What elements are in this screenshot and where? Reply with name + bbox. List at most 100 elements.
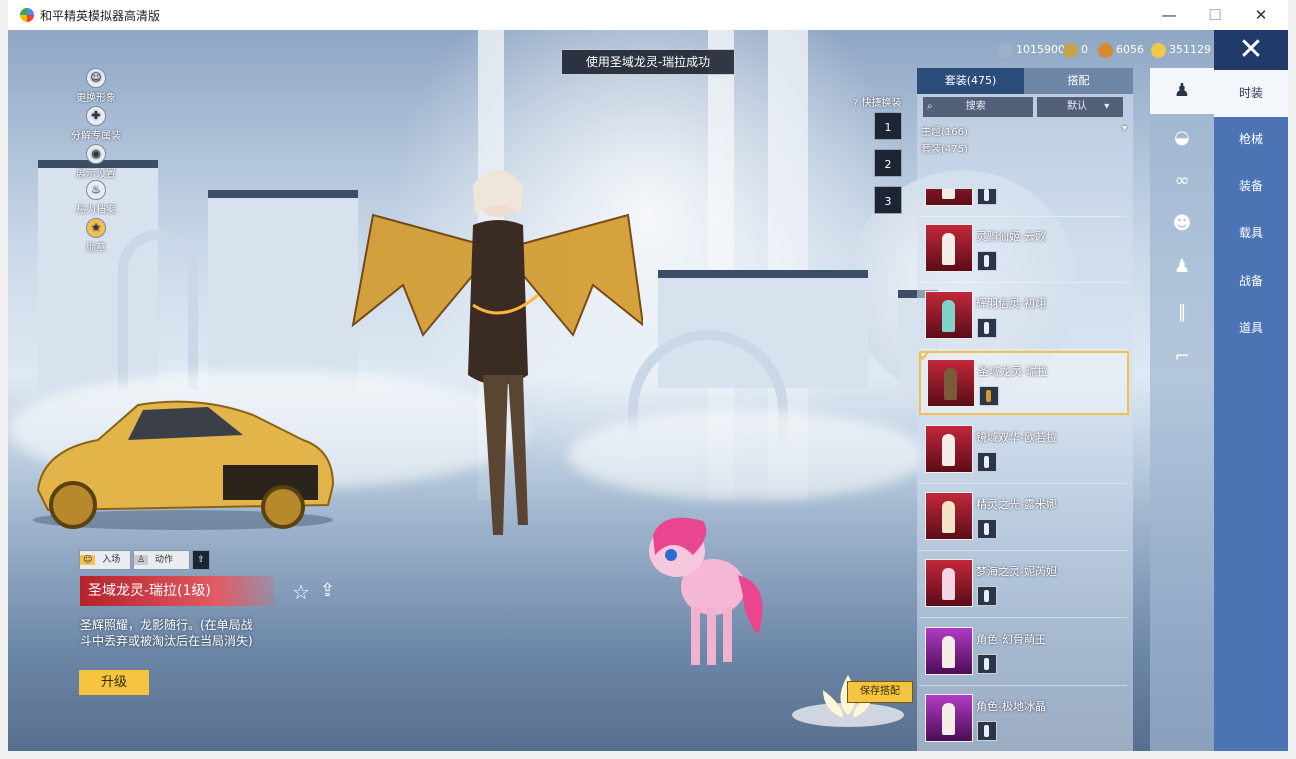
sort-select[interactable]: 默认 ▾ bbox=[1037, 97, 1123, 117]
outfit-thumbnail bbox=[925, 694, 973, 742]
bp-coin-icon bbox=[1063, 42, 1078, 58]
entry-label: 入场 bbox=[102, 555, 121, 565]
quick-swap-label[interactable]: ? 快捷换装 bbox=[853, 94, 902, 109]
outfit-name: 圣域龙灵-瑞拉 bbox=[978, 365, 1048, 378]
heat-archive-button[interactable]: ♨ 热力档案 bbox=[56, 180, 136, 216]
decompose-button[interactable]: ✚ 分解专属装 bbox=[56, 106, 136, 142]
currency-bp: 0 bbox=[1063, 41, 1088, 59]
mini-avatar-icon bbox=[979, 386, 999, 406]
outfit-figure bbox=[942, 189, 955, 199]
share-icon[interactable]: ⇪ bbox=[320, 580, 335, 601]
outfit-row[interactable] bbox=[919, 189, 1127, 217]
avatar-icon: ☺ bbox=[86, 68, 106, 88]
outfit-row[interactable]: 角色-极地冰晶 bbox=[919, 688, 1127, 751]
upgrade-button[interactable]: 升级 bbox=[79, 670, 149, 695]
suit-icon[interactable]: ♟ bbox=[1150, 244, 1214, 290]
outfit-thumbnail bbox=[925, 425, 973, 473]
menu-item-props[interactable]: 道具 bbox=[1214, 305, 1288, 352]
shoes-icon[interactable]: ⌐ bbox=[1150, 334, 1214, 380]
tab-match[interactable]: 搭配 bbox=[1024, 68, 1133, 94]
menu-item-fashion[interactable]: 时装 bbox=[1214, 70, 1288, 117]
window-close-button[interactable]: ✕ bbox=[1238, 0, 1284, 30]
search-input[interactable]: ⌕ 搜索 bbox=[923, 97, 1033, 117]
cap-icon[interactable]: ◒ bbox=[1150, 115, 1214, 161]
currency-value: 6056 bbox=[1116, 43, 1144, 56]
outfit-name: 辉羽信灵-初翊 bbox=[976, 297, 1046, 310]
outfit-row[interactable]: 精灵之光-露米娜 bbox=[919, 486, 1127, 551]
outfit-row[interactable]: 梦海之灵-妮芮妲 bbox=[919, 553, 1127, 618]
car-vehicle bbox=[33, 400, 335, 530]
maximize-button[interactable]: ☐ bbox=[1192, 0, 1238, 30]
mini-avatar-icon bbox=[977, 318, 997, 338]
left-menu-label: 分解专属装 bbox=[71, 131, 121, 142]
close-icon[interactable]: ✕ bbox=[1214, 30, 1288, 70]
character-model bbox=[351, 170, 643, 535]
change-avatar-button[interactable]: ☺ 更换形象 bbox=[56, 68, 136, 104]
mini-avatar-icon bbox=[977, 721, 997, 741]
scene-moon-gate bbox=[118, 230, 198, 390]
action-button[interactable]: ♙ 动作 bbox=[133, 550, 190, 570]
display-settings-button[interactable]: ◉ 展示设置 bbox=[56, 144, 136, 180]
outfit-row[interactable]: 辉羽信灵-初翊 bbox=[919, 285, 1127, 350]
outfit-figure bbox=[942, 568, 955, 600]
menu-item-vehicles[interactable]: 载具 bbox=[1214, 210, 1288, 257]
favorite-star-icon[interactable]: ☆ bbox=[292, 580, 310, 604]
outfit-row[interactable]: 镜域双华-欧若拉 bbox=[919, 419, 1127, 484]
game-viewport: 使用圣域龙灵-瑞拉成功 1015900 0 6056 351129 ✕ ☺ 更换… bbox=[8, 30, 1288, 751]
toast-banner: 使用圣域龙灵-瑞拉成功 bbox=[561, 49, 735, 75]
outfit-name: 灵驹仙姬-云歌 bbox=[976, 230, 1046, 243]
puzzle-icon: ✚ bbox=[86, 106, 106, 126]
quick-swap-slot-1[interactable]: 1 bbox=[874, 112, 902, 140]
entry-button[interactable]: ☺ 入场 bbox=[79, 550, 131, 570]
outfit-thumbnail bbox=[927, 359, 975, 407]
outfit-thumbnail bbox=[925, 559, 973, 607]
window-title: 和平精英模拟器高清版 bbox=[40, 9, 161, 23]
save-outfit-button[interactable]: 保存搭配 bbox=[847, 681, 913, 703]
currency-honor: 6056 bbox=[1098, 41, 1144, 59]
item-name: 圣域龙灵-瑞拉(1级) bbox=[88, 583, 211, 599]
pants-icon[interactable]: ∥ bbox=[1150, 290, 1214, 336]
eye-icon: ◉ bbox=[86, 144, 106, 164]
window-titlebar: 和平精英模拟器高清版 — ☐ ✕ bbox=[8, 0, 1288, 31]
mini-avatar-icon bbox=[977, 519, 997, 539]
quick-swap-slot-3[interactable]: 3 bbox=[874, 186, 902, 214]
outfit-figure bbox=[942, 501, 955, 533]
expand-icon[interactable]: ⇧ bbox=[192, 550, 210, 570]
filter-suits[interactable]: 套装(475) bbox=[921, 140, 968, 155]
item-description: 圣辉照耀，龙影随行。(在单局战斗中丢弃或被淘汰后在当局消失) bbox=[80, 618, 253, 648]
outfit-row-selected[interactable]: ✔ 圣域龙灵-瑞拉 bbox=[919, 349, 1129, 415]
medal-icon: ★ bbox=[86, 218, 106, 238]
quick-swap-text: 快捷换装 bbox=[861, 98, 902, 109]
currency-value: 1015900 bbox=[1016, 43, 1065, 56]
outfit-name: 角色-幻骨萌王 bbox=[976, 633, 1046, 646]
search-label: 搜索 bbox=[965, 101, 986, 112]
emote-icon: ☺ bbox=[80, 555, 96, 565]
app-logo-icon bbox=[20, 8, 34, 22]
outfit-figure bbox=[942, 233, 955, 265]
right-menu: 时装 枪械 装备 载具 战备 道具 bbox=[1214, 70, 1288, 751]
quick-swap-slot-2[interactable]: 2 bbox=[874, 149, 902, 177]
filter-theme[interactable]: 主题(166) ▾ bbox=[921, 123, 1127, 138]
silver-coupon-icon bbox=[998, 42, 1013, 58]
medal-button[interactable]: ★ 勋章 bbox=[56, 218, 136, 254]
help-icon: ? bbox=[853, 98, 859, 109]
outfit-row[interactable]: 灵驹仙姬-云歌 bbox=[919, 218, 1127, 283]
currency-value: 351129 bbox=[1169, 43, 1211, 56]
outfit-thumbnail bbox=[925, 189, 973, 206]
honor-coin-icon bbox=[1098, 42, 1113, 58]
outfit-thumbnail bbox=[925, 224, 973, 272]
menu-item-combat[interactable]: 战备 bbox=[1214, 258, 1288, 305]
scene-wall bbox=[208, 190, 358, 398]
minimize-button[interactable]: — bbox=[1146, 0, 1192, 30]
tab-suits[interactable]: 套装(475) bbox=[917, 68, 1024, 94]
outfit-name: 角色-极地冰晶 bbox=[976, 700, 1046, 713]
action-label: 动作 bbox=[154, 555, 173, 565]
outfit-icon[interactable]: ♟ bbox=[1150, 68, 1214, 114]
outfit-list[interactable]: 灵驹仙姬-云歌 辉羽信灵-初翊 ✔ 圣域龙灵-瑞拉 镜域双华-欧若拉 精灵之光-… bbox=[917, 189, 1133, 751]
outfit-row[interactable]: 角色-幻骨萌王 bbox=[919, 621, 1127, 686]
search-icon: ⌕ bbox=[927, 101, 933, 112]
face-icon[interactable]: ☻ bbox=[1150, 201, 1214, 247]
menu-item-weapons[interactable]: 枪械 bbox=[1214, 116, 1288, 163]
goggles-icon[interactable]: ∞ bbox=[1150, 158, 1214, 204]
menu-item-equipment[interactable]: 装备 bbox=[1214, 163, 1288, 210]
